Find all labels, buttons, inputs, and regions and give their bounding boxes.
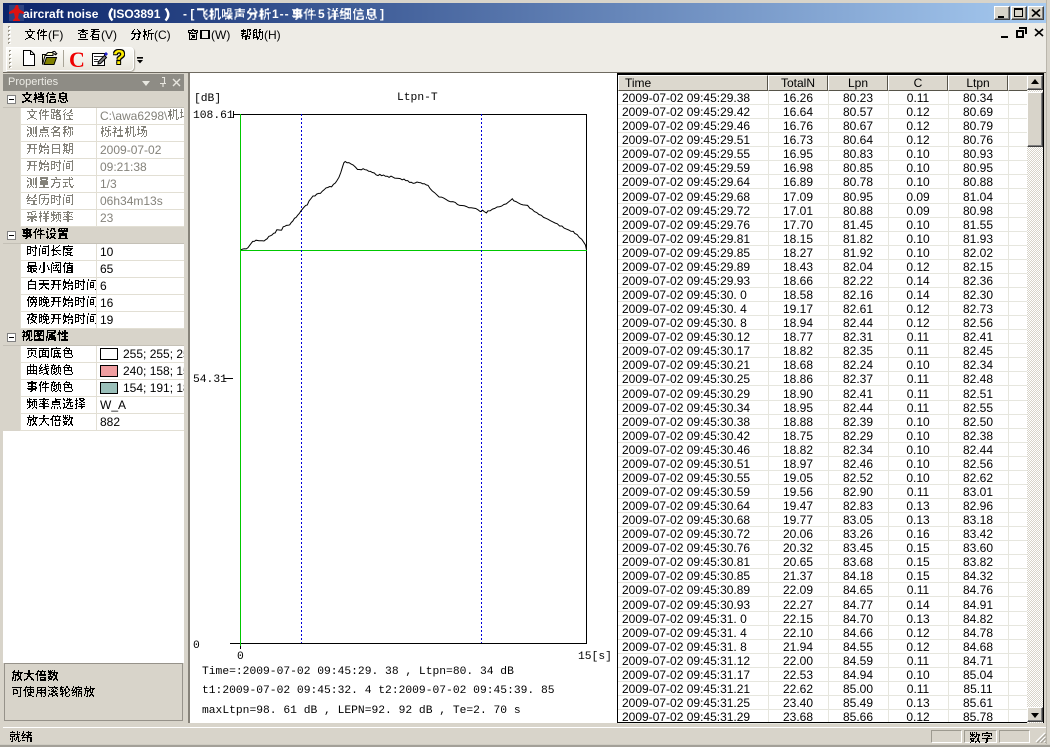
svg-text:maxLtpn=98. 61 dB , LEPN=92. 9: maxLtpn=98. 61 dB , LEPN=92. 92 dB , Te=… (202, 705, 521, 717)
svg-text:t1:2009-07-02 09:45:32. 4 t2:2: t1:2009-07-02 09:45:32. 4 t2:2009-07-02 … (202, 685, 555, 697)
svg-text:108.61: 108.61 (193, 110, 234, 122)
svg-text:0: 0 (237, 651, 244, 663)
svg-text:54.31: 54.31 (193, 374, 227, 386)
svg-text:0: 0 (193, 640, 200, 652)
svg-text:[dB]: [dB] (194, 93, 221, 105)
svg-text:15[s]: 15[s] (578, 651, 612, 663)
svg-text:Ltpn-T: Ltpn-T (397, 92, 438, 104)
svg-text:Time=:2009-07-02 09:45:29. 38: Time=:2009-07-02 09:45:29. 38 , Ltpn=80.… (202, 666, 514, 678)
